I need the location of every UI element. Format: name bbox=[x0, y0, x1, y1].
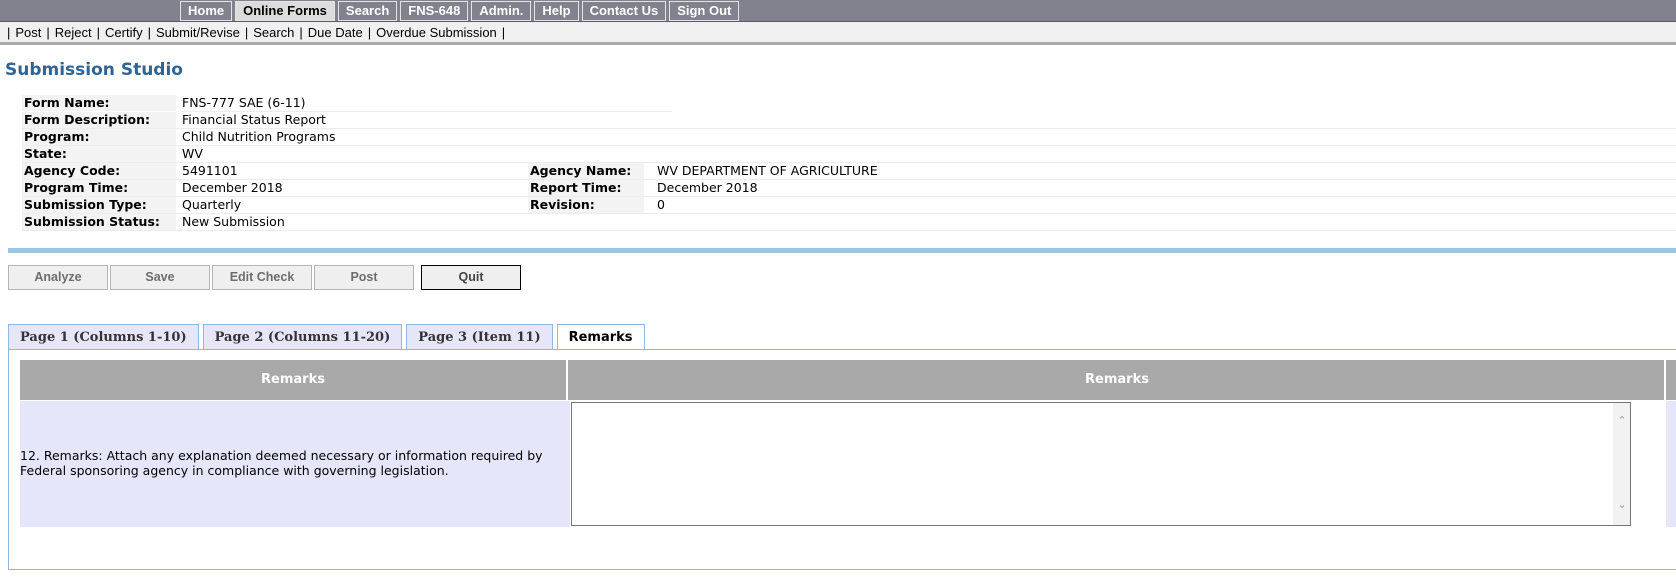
page-title: Submission Studio bbox=[5, 60, 183, 80]
form-name-value: FNS-777 SAE (6-11) bbox=[182, 95, 306, 110]
info-row-form-description: Form Description: Financial Status Repor… bbox=[22, 112, 1676, 129]
subnav-certify[interactable]: Certify bbox=[105, 25, 143, 40]
state-label: State: bbox=[22, 146, 176, 162]
revision-label: Revision: bbox=[528, 197, 644, 213]
remarks-table-header: Remarks Remarks bbox=[20, 360, 1676, 400]
remarks-input-cell: ⌃ ⌄ bbox=[570, 401, 1666, 527]
scroll-down-icon[interactable]: ⌄ bbox=[1616, 499, 1628, 511]
remarks-header-description: Remarks bbox=[20, 360, 568, 400]
agency-code-label: Agency Code: bbox=[22, 163, 176, 179]
tab-page-1[interactable]: Page 1 (Columns 1-10) bbox=[8, 324, 199, 350]
remarks-header-input: Remarks bbox=[570, 360, 1666, 400]
info-row-time: Program Time: December 2018 Report Time:… bbox=[22, 180, 1676, 197]
program-time-value: December 2018 bbox=[182, 180, 283, 195]
nav-contact-us[interactable]: Contact Us bbox=[581, 1, 667, 21]
subnav-submit-revise[interactable]: Submit/Revise bbox=[156, 25, 240, 40]
tab-remarks[interactable]: Remarks bbox=[556, 324, 645, 350]
scroll-up-icon[interactable]: ⌃ bbox=[1616, 415, 1628, 427]
section-divider bbox=[8, 248, 1676, 253]
agency-name-label: Agency Name: bbox=[528, 163, 644, 179]
nav-fns-648[interactable]: FNS-648 bbox=[400, 1, 469, 21]
analyze-button[interactable]: Analyze bbox=[8, 265, 108, 290]
quit-button[interactable]: Quit bbox=[421, 265, 521, 290]
subnav-post[interactable]: Post bbox=[15, 25, 41, 40]
info-row-submission-status: Submission Status: New Submission bbox=[22, 214, 1676, 231]
submission-status-label: Submission Status: bbox=[22, 214, 176, 230]
form-description-label: Form Description: bbox=[22, 112, 176, 128]
nav-help[interactable]: Help bbox=[534, 1, 579, 21]
program-value: Child Nutrition Programs bbox=[182, 129, 336, 144]
form-name-label: Form Name: bbox=[22, 95, 176, 111]
remarks-description: 12. Remarks: Attach any explanation deem… bbox=[20, 448, 543, 478]
nav-online-forms[interactable]: Online Forms bbox=[235, 1, 335, 21]
form-description-value: Financial Status Report bbox=[182, 112, 326, 127]
submission-status-value: New Submission bbox=[182, 214, 285, 229]
save-button[interactable]: Save bbox=[110, 265, 210, 290]
subnav-overdue-submission[interactable]: Overdue Submission bbox=[376, 25, 497, 40]
info-row-state: State: WV bbox=[22, 146, 1676, 163]
info-row-program: Program: Child Nutrition Programs bbox=[22, 129, 1676, 146]
submission-type-label: Submission Type: bbox=[22, 197, 176, 213]
remarks-textarea[interactable] bbox=[571, 402, 1631, 526]
post-button[interactable]: Post bbox=[314, 265, 414, 290]
report-time-value: December 2018 bbox=[657, 180, 758, 195]
page-tabs: Page 1 (Columns 1-10) Page 2 (Columns 11… bbox=[8, 324, 649, 350]
nav-search[interactable]: Search bbox=[337, 1, 398, 21]
info-row-form-name: Form Name: FNS-777 SAE (6-11) bbox=[22, 95, 1676, 112]
revision-value: 0 bbox=[657, 197, 665, 212]
submission-type-value: Quarterly bbox=[182, 197, 242, 212]
state-value: WV bbox=[182, 146, 203, 161]
textarea-scrollbar[interactable]: ⌃ ⌄ bbox=[1613, 403, 1630, 525]
report-time-label: Report Time: bbox=[528, 180, 644, 196]
nav-home[interactable]: Home bbox=[180, 1, 233, 21]
action-toolbar: Analyze Save Edit Check Post Quit bbox=[8, 265, 523, 290]
subnav-due-date[interactable]: Due Date bbox=[308, 25, 363, 40]
nav-admin[interactable]: Admin. bbox=[471, 1, 532, 21]
program-time-label: Program Time: bbox=[22, 180, 176, 196]
subnav-search[interactable]: Search bbox=[253, 25, 294, 40]
agency-code-value: 5491101 bbox=[182, 163, 238, 178]
edit-check-button[interactable]: Edit Check bbox=[212, 265, 312, 290]
sub-nav: | Post | Reject | Certify | Submit/Revise | Searc… bbox=[0, 22, 1676, 45]
subnav-reject[interactable]: Reject bbox=[55, 25, 92, 40]
top-nav-bar: Home Online Forms Search FNS-648 Admin. … bbox=[0, 0, 1676, 22]
tab-page-2[interactable]: Page 2 (Columns 11-20) bbox=[202, 324, 403, 350]
top-nav: Home Online Forms Search FNS-648 Admin. … bbox=[180, 1, 742, 21]
info-row-agency: Agency Code: 5491101 Agency Name: WV DEP… bbox=[22, 163, 1676, 180]
agency-name-value: WV DEPARTMENT OF AGRICULTURE bbox=[657, 163, 878, 178]
remarks-row: 12. Remarks: Attach any explanation deem… bbox=[20, 401, 1676, 527]
info-row-submission-type: Submission Type: Quarterly Revision: 0 bbox=[22, 197, 1676, 214]
program-label: Program: bbox=[22, 129, 176, 145]
submission-info: Form Name: FNS-777 SAE (6-11) Form Descr… bbox=[22, 95, 1676, 231]
remarks-panel: Remarks Remarks 12. Remarks: Attach any … bbox=[8, 349, 1676, 570]
nav-sign-out[interactable]: Sign Out bbox=[669, 1, 740, 21]
tab-page-3[interactable]: Page 3 (Item 11) bbox=[406, 324, 553, 350]
